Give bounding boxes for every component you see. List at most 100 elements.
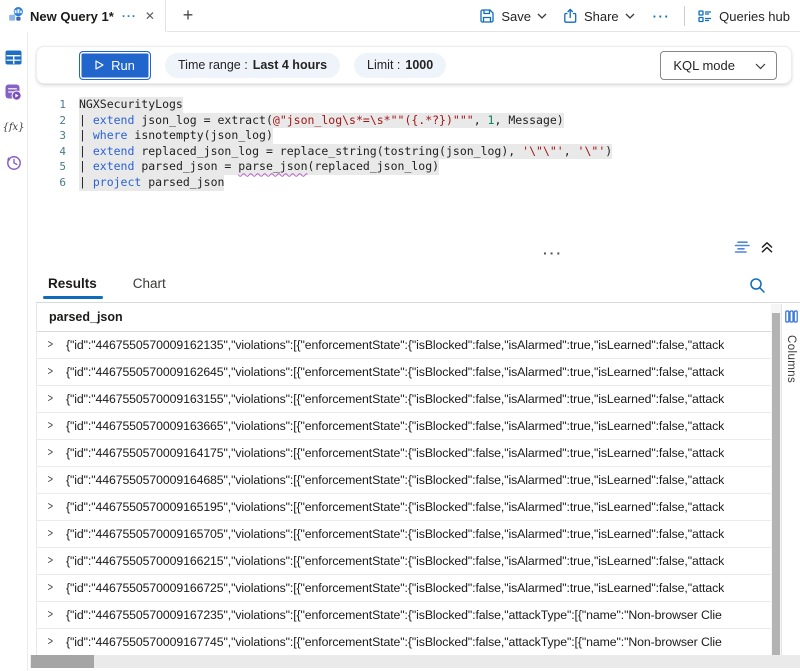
code-line[interactable]: 3| where isnotempty(json_log)	[36, 128, 796, 144]
row-json-text: {"id":"4467550570009164175","violations"…	[62, 446, 724, 460]
code-lines: 1NGXSecurityLogs2| extend json_log = ext…	[36, 97, 796, 191]
time-range-picker[interactable]: Time range : Last 4 hours	[165, 53, 340, 78]
column-header-parsed-json[interactable]: parsed_json	[37, 303, 771, 332]
code-text: | where isnotempty(json_log)	[79, 128, 273, 144]
tab-more-menu[interactable]: ···	[122, 9, 137, 23]
row-expand-chevron-icon[interactable]: >	[48, 393, 61, 405]
collapse-editor-icon[interactable]	[760, 240, 774, 254]
table-row[interactable]: >{"id":"4467550570009163665","violations…	[37, 413, 771, 440]
row-json-text: {"id":"4467550570009165195","violations"…	[62, 500, 724, 514]
row-expand-chevron-icon[interactable]: >	[48, 555, 61, 567]
table-row[interactable]: >{"id":"4467550570009167235","violations…	[37, 602, 771, 629]
queries-hub-icon	[697, 8, 713, 24]
table-row[interactable]: >{"id":"4467550570009164685","violations…	[37, 467, 771, 494]
row-json-text: {"id":"4467550570009167235","violations"…	[62, 608, 722, 622]
row-expand-chevron-icon[interactable]: >	[48, 366, 61, 378]
row-json-text: {"id":"4467550570009164685","violations"…	[62, 473, 724, 487]
limit-value: 1000	[405, 58, 433, 72]
code-text: | project parsed_json	[79, 175, 224, 191]
tab-chart[interactable]: Chart	[133, 276, 166, 299]
limit-picker[interactable]: Limit : 1000	[354, 53, 446, 78]
table-row[interactable]: >{"id":"4467550570009162645","violations…	[37, 359, 771, 386]
code-text: | extend json_log = extract(@"json_log\s…	[79, 113, 564, 129]
line-number: 3	[36, 128, 79, 144]
tab-close-icon[interactable]: ✕	[145, 9, 155, 23]
line-number: 6	[36, 175, 79, 191]
row-expand-chevron-icon[interactable]: >	[48, 528, 61, 540]
share-icon	[563, 8, 578, 24]
queries-hub-button[interactable]: Queries hub	[693, 8, 794, 24]
horizontal-scrollbar-thumb[interactable]	[31, 655, 94, 668]
app-window: New Query 1* ··· ✕ + Save Share	[0, 0, 800, 671]
panel-splitter-handle[interactable]: ···	[543, 246, 563, 260]
columns-side-panel[interactable]: Columns	[781, 304, 800, 655]
row-expand-chevron-icon[interactable]: >	[48, 420, 61, 432]
time-range-value: Last 4 hours	[253, 58, 327, 72]
saved-scripts-icon[interactable]	[5, 83, 23, 101]
table-row[interactable]: >{"id":"4467550570009163155","violations…	[37, 386, 771, 413]
vertical-scrollbar[interactable]	[771, 304, 781, 655]
share-button[interactable]: Share	[559, 8, 639, 24]
query-mode-select[interactable]: KQL mode	[660, 51, 777, 80]
save-icon	[479, 8, 495, 24]
connections-table-icon[interactable]	[5, 48, 23, 66]
functions-icon[interactable]: {fx}	[5, 118, 23, 136]
line-number: 5	[36, 159, 79, 175]
table-row[interactable]: >{"id":"4467550570009165195","violations…	[37, 494, 771, 521]
columns-panel-label: Columns	[785, 335, 797, 383]
table-row[interactable]: >{"id":"4467550570009165705","violations…	[37, 521, 771, 548]
row-expand-chevron-icon[interactable]: >	[48, 636, 61, 648]
vertical-scrollbar-thumb[interactable]	[772, 313, 780, 655]
chevron-down-icon	[625, 13, 635, 19]
limit-label: Limit :	[367, 58, 400, 72]
row-expand-chevron-icon[interactable]: >	[48, 447, 61, 459]
search-results-icon[interactable]	[749, 277, 766, 299]
row-expand-chevron-icon[interactable]: >	[48, 474, 61, 486]
horizontal-scrollbar[interactable]	[30, 655, 800, 668]
columns-icon	[785, 310, 798, 328]
run-button[interactable]: Run	[79, 51, 151, 80]
row-expand-chevron-icon[interactable]: >	[48, 609, 61, 621]
table-row[interactable]: >{"id":"4467550570009167745","violations…	[37, 629, 771, 655]
row-json-text: {"id":"4467550570009167745","violations"…	[62, 635, 722, 649]
query-history-icon[interactable]	[5, 153, 23, 171]
query-command-bar: Run Time range : Last 4 hours Limit : 10…	[36, 46, 792, 84]
results-panel: Results Chart parsed_json >{"id":"446755…	[28, 268, 800, 671]
table-row[interactable]: >{"id":"4467550570009162135","violations…	[37, 332, 771, 359]
line-number: 4	[36, 144, 79, 160]
code-line[interactable]: 1NGXSecurityLogs	[36, 97, 796, 113]
left-nav-sidebar: {fx}	[0, 32, 28, 671]
code-line[interactable]: 2| extend json_log = extract(@"json_log\…	[36, 113, 796, 129]
more-commands-button[interactable]: ···	[647, 9, 677, 24]
tab-title: New Query 1*	[30, 9, 114, 24]
results-grid: parsed_json >{"id":"4467550570009162135"…	[36, 303, 771, 655]
code-text: | extend parsed_json = parse_json(replac…	[79, 159, 439, 175]
query-tab[interactable]: New Query 1* ··· ✕	[0, 0, 166, 32]
table-row[interactable]: >{"id":"4467550570009164175","violations…	[37, 440, 771, 467]
save-label: Save	[501, 9, 531, 24]
time-range-label: Time range :	[178, 58, 248, 72]
row-expand-chevron-icon[interactable]: >	[48, 582, 61, 594]
new-tab-button[interactable]: +	[176, 3, 200, 27]
row-json-text: {"id":"4467550570009162645","violations"…	[62, 365, 724, 379]
row-json-text: {"id":"4467550570009162135","violations"…	[62, 338, 724, 352]
code-text: | extend replaced_json_log = replace_str…	[79, 144, 612, 160]
save-button[interactable]: Save	[475, 8, 551, 24]
chevron-down-icon	[537, 13, 547, 19]
tab-results[interactable]: Results	[48, 276, 97, 299]
code-line[interactable]: 6| project parsed_json	[36, 175, 796, 191]
row-json-text: {"id":"4467550570009165705","violations"…	[62, 527, 724, 541]
row-json-text: {"id":"4467550570009163155","violations"…	[62, 392, 724, 406]
table-row[interactable]: >{"id":"4467550570009166215","violations…	[37, 548, 771, 575]
results-tabs: Results Chart	[48, 276, 166, 299]
table-row[interactable]: >{"id":"4467550570009166725","violations…	[37, 575, 771, 602]
kql-query-editor[interactable]: 1NGXSecurityLogs2| extend json_log = ext…	[36, 97, 796, 237]
chevron-down-icon	[755, 58, 766, 73]
code-line[interactable]: 5| extend parsed_json = parse_json(repla…	[36, 159, 796, 175]
row-expand-chevron-icon[interactable]: >	[48, 501, 61, 513]
adx-query-icon	[8, 6, 24, 27]
top-actions: Save Share ··· Queries hub	[475, 0, 794, 32]
code-line[interactable]: 4| extend replaced_json_log = replace_st…	[36, 144, 796, 160]
row-expand-chevron-icon[interactable]: >	[48, 339, 61, 351]
query-summary-icon[interactable]	[734, 240, 751, 254]
